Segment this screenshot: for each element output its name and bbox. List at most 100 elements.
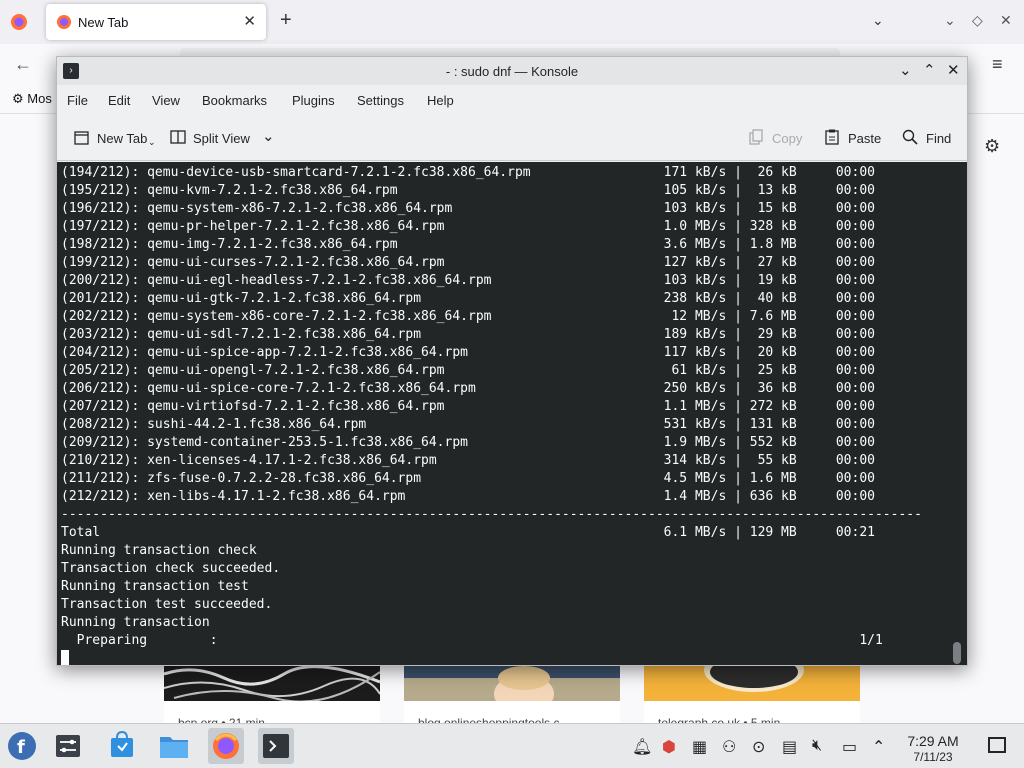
firefox-menu-icon[interactable] (10, 13, 28, 31)
terminal-line: (200/212): qemu-ui-egl-headless-7.2.1-2.… (61, 273, 875, 288)
restore-icon[interactable]: ◇ (972, 12, 983, 29)
terminal-line: Running transaction (61, 615, 210, 630)
tab-new-tab[interactable]: New Tab ✕ (46, 4, 266, 40)
terminal-line: Transaction test succeeded. (61, 597, 273, 612)
story-card[interactable]: telegraph.co.uk • 5 min (644, 664, 860, 730)
firefox-icon (57, 15, 71, 29)
package-updates-icon[interactable]: ⬢ (662, 737, 676, 757)
konsole-taskbar-icon[interactable] (258, 728, 294, 764)
story-thumbnail (404, 664, 620, 701)
firefox-taskbar-icon[interactable] (208, 728, 244, 764)
back-button[interactable]: ← (14, 54, 32, 75)
split-view-button[interactable]: Split View (193, 131, 250, 146)
terminal-line: (197/212): qemu-pr-helper-7.2.1-2.fc38.x… (61, 219, 875, 234)
clock-date[interactable]: 7/11/23 (896, 750, 970, 764)
network-share-icon[interactable]: ⚇ (722, 737, 736, 757)
new-tab-button[interactable]: New Tab (97, 131, 147, 146)
terminal-line: (209/212): systemd-container-253.5-1.fc3… (61, 435, 875, 450)
paste-icon[interactable] (823, 128, 841, 146)
terminal-cursor (61, 650, 69, 665)
terminal-line: (199/212): qemu-ui-curses-7.2.1-2.fc38.x… (61, 255, 875, 270)
terminal-line: (198/212): qemu-img-7.2.1-2.fc38.x86_64.… (61, 237, 875, 252)
fedora-launcher-icon[interactable]: f (4, 728, 40, 764)
terminal-line: ----------------------------------------… (61, 507, 922, 522)
terminal-line: (195/212): qemu-kvm-7.2.1-2.fc38.x86_64.… (61, 183, 875, 198)
chevron-up-icon[interactable]: ⌃ (872, 737, 885, 757)
menu-settings[interactable]: Settings (357, 93, 404, 108)
story-thumbnail (164, 664, 380, 701)
taskbar: f 🔔︎ ⬢ ▦ ⚇ ⊙ ▤ 🔇︎ ▭ ⌃ 7:29 AM 7/11/23 (0, 723, 1024, 768)
system-settings-icon[interactable] (50, 728, 86, 764)
minimize-icon[interactable]: ⌄ (899, 61, 912, 79)
chevron-down-icon[interactable]: ⌄ (262, 127, 275, 145)
terminal-line: (201/212): qemu-ui-gtk-7.2.1-2.fc38.x86_… (61, 291, 875, 306)
terminal-view[interactable]: (194/212): qemu-device-usb-smartcard-7.2… (57, 162, 967, 665)
gear-icon: ⚙ (12, 91, 24, 106)
terminal-scrollbar[interactable] (953, 642, 961, 664)
volume-muted-icon[interactable]: 🔇︎ (812, 737, 822, 755)
paste-button[interactable]: Paste (848, 131, 881, 146)
copy-icon (749, 129, 763, 145)
terminal-line: (212/212): xen-libs-4.17.1-2.fc38.x86_64… (61, 489, 875, 504)
split-view-icon[interactable] (169, 128, 187, 146)
close-icon[interactable]: ✕ (947, 61, 960, 79)
terminal-line: (208/212): sushi-44.2-1.fc38.x86_64.rpm … (61, 417, 875, 432)
chevron-down-icon[interactable]: ⌄ (148, 137, 156, 148)
svg-text:f: f (17, 737, 25, 758)
terminal-line: Running transaction check (61, 543, 257, 558)
terminal-line: (204/212): qemu-ui-spice-app-7.2.1-2.fc3… (61, 345, 875, 360)
menu-bar: File Edit View Bookmarks Plugins Setting… (57, 85, 967, 115)
terminal-line: Running transaction test (61, 579, 249, 594)
search-icon[interactable] (901, 128, 919, 146)
clock-time[interactable]: 7:29 AM (896, 733, 970, 749)
main-toolbar: New Tab ⌄ Split View ⌄ Copy Paste Find (57, 115, 967, 161)
file-manager-icon[interactable] (156, 728, 192, 764)
tab-label: New Tab (78, 15, 129, 30)
menu-file[interactable]: File (67, 93, 88, 108)
clipboard-icon[interactable]: ▤ (782, 737, 797, 757)
new-tab-button[interactable]: + (280, 10, 292, 30)
tab-close-icon[interactable]: ✕ (243, 12, 256, 30)
menu-view[interactable]: View (152, 93, 180, 108)
find-button[interactable]: Find (926, 131, 951, 146)
terminal-line: (211/212): zfs-fuse-0.7.2.2-28.fc38.x86_… (61, 471, 875, 486)
menu-edit[interactable]: Edit (108, 93, 130, 108)
terminal-line: (207/212): qemu-virtiofsd-7.2.1-2.fc38.x… (61, 399, 875, 414)
minimize-icon[interactable]: ⌄ (944, 12, 956, 29)
maximize-icon[interactable]: ⌃ (923, 61, 936, 79)
terminal-line: Preparing : 1/1 (61, 633, 883, 648)
terminal-line: (202/212): qemu-system-x86-core-7.2.1-2.… (61, 309, 875, 324)
bookmark-label: Mos (27, 91, 52, 106)
network-icon[interactable]: ▭ (842, 737, 857, 757)
list-all-tabs-button[interactable]: ⌄ (872, 12, 884, 29)
terminal-line: (194/212): qemu-device-usb-smartcard-7.2… (61, 165, 875, 180)
konsole-titlebar[interactable]: › - : sudo dnf — Konsole ⌄ ⌃ ✕ (57, 57, 967, 85)
menu-bookmarks[interactable]: Bookmarks (202, 93, 267, 108)
story-card[interactable]: blog.onlineshoppingtools.c (404, 664, 620, 730)
clipboard-grid-icon[interactable]: ▦ (692, 737, 707, 757)
menu-plugins[interactable]: Plugins (292, 93, 335, 108)
settings-gear-icon[interactable]: ⚙ (984, 136, 1000, 157)
copy-button[interactable]: Copy (772, 131, 802, 146)
bookmark-item[interactable]: ⚙ Mos (12, 91, 52, 107)
konsole-window: › - : sudo dnf — Konsole ⌄ ⌃ ✕ File Edit… (56, 56, 968, 666)
notifications-bell-icon[interactable]: 🔔︎ (632, 737, 652, 757)
window-title: - : sudo dnf — Konsole (445, 64, 579, 79)
terminal-line: Transaction check succeeded. (61, 561, 281, 576)
terminal-line: (205/212): qemu-ui-opengl-7.2.1-2.fc38.x… (61, 363, 875, 378)
terminal-line: Total 6.1 MB/s | 129 MB 00:21 (61, 525, 875, 540)
menu-help[interactable]: Help (427, 93, 454, 108)
update-icon[interactable]: ⊙ (752, 737, 765, 757)
discover-store-icon[interactable] (104, 728, 140, 764)
terminal-line: (206/212): qemu-ui-spice-core-7.2.1-2.fc… (61, 381, 875, 396)
story-card[interactable]: bcp.org • 21 min (164, 664, 380, 730)
story-thumbnail (644, 664, 860, 701)
show-desktop-icon[interactable] (988, 737, 1006, 753)
terminal-line: (196/212): qemu-system-x86-7.2.1-2.fc38.… (61, 201, 875, 216)
app-menu-button[interactable]: ≡ (992, 54, 1003, 75)
terminal-line: (210/212): xen-licenses-4.17.1-2.fc38.x8… (61, 453, 875, 468)
new-tab-icon[interactable] (73, 128, 91, 146)
terminal-output: (194/212): qemu-device-usb-smartcard-7.2… (61, 164, 922, 650)
close-icon[interactable]: ✕ (1000, 12, 1012, 29)
terminal-line: (203/212): qemu-ui-sdl-7.2.1-2.fc38.x86_… (61, 327, 875, 342)
